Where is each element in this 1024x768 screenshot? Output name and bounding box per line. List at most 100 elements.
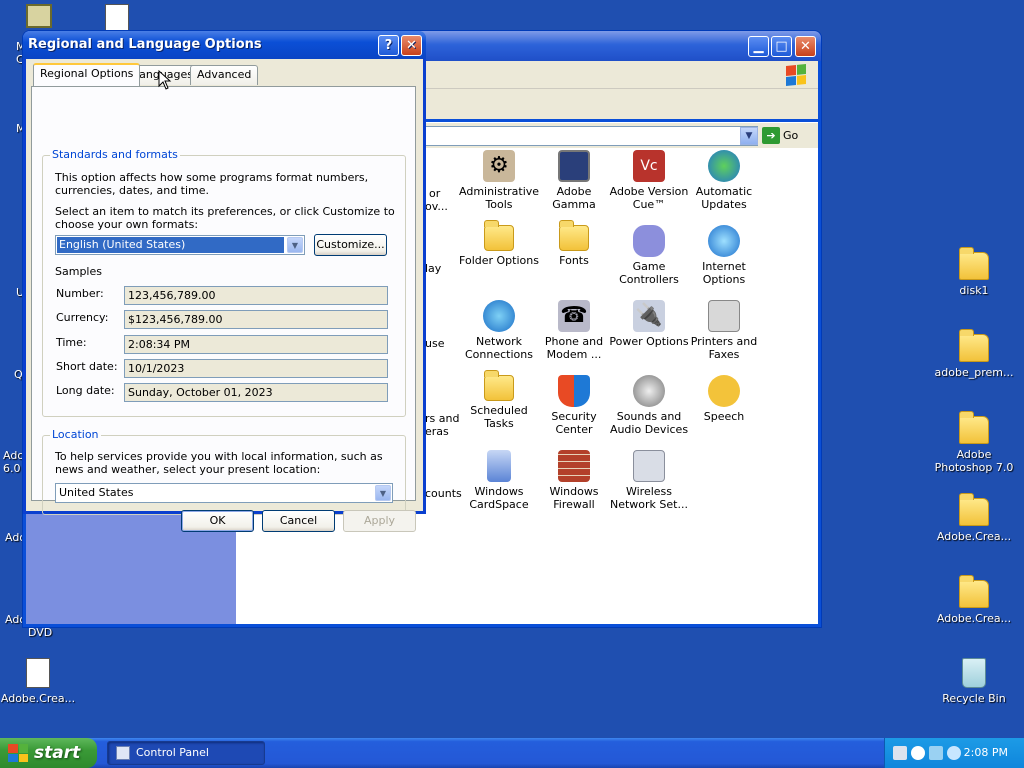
sounds-audio-icon <box>633 375 665 407</box>
phone-modem-icon: ☎ <box>558 300 590 332</box>
cp-item-windows-firewall[interactable]: Windows Firewall <box>534 450 614 511</box>
ok-button[interactable]: OK <box>181 510 254 532</box>
partial-item-label: use <box>425 337 445 350</box>
tab-panel: Standards and formats This option affect… <box>31 86 416 515</box>
cp-item-printers-faxes[interactable]: Printers and Faxes <box>684 300 764 361</box>
cp-item-windows-cardspace[interactable]: Windows CardSpace <box>459 450 539 511</box>
desktop-icon-adobe-crea-1[interactable]: Adobe.Crea... <box>929 493 1019 543</box>
mouse-cursor-icon <box>158 70 172 90</box>
scheduled-tasks-icon <box>484 370 514 401</box>
sample-value-long-date: Sunday, October 01, 2023 <box>124 383 388 402</box>
folder-options-icon <box>484 220 514 251</box>
cp-item-folder-options[interactable]: Folder Options <box>459 220 539 267</box>
fonts-icon <box>559 220 589 251</box>
close-button[interactable]: ✕ <box>401 35 422 56</box>
cp-item-security-center[interactable]: Security Center <box>534 375 614 436</box>
cp-item-label: Wireless Network Set... <box>610 485 688 511</box>
standards-description: This option affects how some programs fo… <box>55 171 369 197</box>
dialog-title: Regional and Language Options <box>28 37 262 52</box>
go-arrow-icon: ➔ <box>762 127 780 144</box>
cp-item-network-connections[interactable]: Network Connections <box>459 300 539 361</box>
cp-item-internet-options[interactable]: Internet Options <box>684 225 764 286</box>
cp-item-phone-modem[interactable]: ☎ Phone and Modem ... <box>534 300 614 361</box>
tab-regional-options[interactable]: Regional Options <box>33 63 141 86</box>
network-icon[interactable] <box>929 746 943 760</box>
go-button[interactable]: ➔ Go <box>762 126 810 146</box>
cp-item-adobe-version-cue[interactable]: Vc Adobe Version Cue™ <box>609 150 689 211</box>
tab-label: Advanced <box>197 68 252 81</box>
apply-button[interactable]: Apply <box>343 510 416 532</box>
cancel-button[interactable]: Cancel <box>262 510 335 532</box>
cp-item-game-controllers[interactable]: Game Controllers <box>609 225 689 286</box>
update-icon[interactable] <box>947 746 961 760</box>
folder-icon <box>959 247 989 280</box>
taskbar-item-control-panel[interactable]: Control Panel <box>107 741 265 765</box>
cp-item-automatic-updates[interactable]: Automatic Updates <box>684 150 764 211</box>
desktop-icon-label: disk1 <box>959 284 989 297</box>
folder-icon <box>959 411 989 444</box>
chevron-down-icon[interactable]: ▼ <box>740 127 758 145</box>
cp-item-sounds-audio[interactable]: Sounds and Audio Devices <box>609 375 689 436</box>
cp-item-fonts[interactable]: Fonts <box>534 220 614 267</box>
desktop-icon-disk1[interactable]: disk1 <box>929 247 1019 297</box>
sample-label-time: Time: <box>56 336 87 349</box>
cp-item-speech[interactable]: Speech <box>684 375 764 423</box>
adobe-gamma-icon <box>558 150 590 182</box>
chevron-down-icon[interactable]: ▼ <box>287 237 303 253</box>
tab-advanced[interactable]: Advanced <box>190 65 259 85</box>
minimize-button[interactable]: ▁ <box>748 36 769 57</box>
start-button[interactable]: start <box>0 738 97 768</box>
customize-label: Customize... <box>316 238 385 251</box>
windows-cardspace-icon <box>487 450 511 482</box>
sample-value-time: 2:08:34 PM <box>124 335 388 354</box>
desktop-icon-label: Adobe.Crea... <box>0 692 76 705</box>
cp-item-scheduled-tasks[interactable]: Scheduled Tasks <box>459 370 539 430</box>
control-panel-icon <box>116 746 130 760</box>
cp-item-label: Automatic Updates <box>695 185 753 211</box>
desktop-icon-adobe-photoshop[interactable]: Adobe Photoshop 7.0 <box>929 411 1019 474</box>
sample-value-number: 123,456,789.00 <box>124 286 388 305</box>
cp-item-label: Internet Options <box>702 260 746 286</box>
location-select[interactable]: United States ▼ <box>55 483 393 503</box>
dialog-titlebar[interactable]: Regional and Language Options ? ✕ <box>23 31 426 59</box>
cp-item-label: Administrative Tools <box>459 185 540 211</box>
start-label: start <box>34 743 81 763</box>
partial-item-label: ov... <box>425 200 448 213</box>
customize-button[interactable]: Customize... <box>314 234 387 256</box>
edge-fragment: 6.0 <box>3 462 21 475</box>
sample-label-currency: Currency: <box>56 311 109 324</box>
power-options-icon: 🔌 <box>633 300 665 332</box>
maximize-button[interactable]: □ <box>771 36 792 57</box>
desktop-icon-adobe-crea-2[interactable]: Adobe.Crea... <box>929 575 1019 625</box>
cp-item-power-options[interactable]: 🔌 Power Options <box>609 300 689 348</box>
partial-item-label: counts <box>425 487 462 500</box>
regional-language-dialog: Regional and Language Options ? ✕ Region… <box>23 31 426 532</box>
go-label: Go <box>783 129 799 142</box>
printers-faxes-icon <box>708 300 740 332</box>
cp-item-wireless-network[interactable]: Wireless Network Set... <box>609 450 689 511</box>
desktop-icon-adobe-prem[interactable]: adobe_prem... <box>929 329 1019 379</box>
app-icon <box>26 4 52 28</box>
cp-item-label: Folder Options <box>459 254 539 267</box>
sample-label-number: Number: <box>56 287 104 300</box>
cp-item-label: Game Controllers <box>619 260 679 286</box>
location-select-value: United States <box>59 486 134 499</box>
cp-item-administrative-tools[interactable]: ⚙ Administrative Tools <box>459 150 539 211</box>
close-button[interactable]: ✕ <box>795 36 816 57</box>
chevron-down-icon[interactable]: ▼ <box>375 485 391 501</box>
cp-item-adobe-gamma[interactable]: Adobe Gamma <box>534 150 614 211</box>
apply-label: Apply <box>363 514 396 527</box>
cp-item-label: Sounds and Audio Devices <box>609 410 689 436</box>
help-button[interactable]: ? <box>378 35 399 56</box>
cp-item-label: Fonts <box>559 254 589 267</box>
keyboard-icon[interactable] <box>893 746 907 760</box>
admin-tools-icon: ⚙ <box>483 150 515 182</box>
desktop-icon-label: Recycle Bin <box>942 692 1006 705</box>
desktop-icon-adobe-crea-bottom[interactable]: Adobe.Crea... <box>0 658 83 705</box>
system-tray: 2:08 PM <box>884 738 1024 768</box>
format-select[interactable]: English (United States) ▼ <box>55 235 305 255</box>
desktop-icon-recycle-bin[interactable]: Recycle Bin <box>929 658 1019 705</box>
chevron-left-icon[interactable] <box>911 746 925 760</box>
desktop-icon-label: Adobe Photoshop 7.0 <box>934 448 1014 474</box>
cp-item-label: Windows Firewall <box>549 485 599 511</box>
